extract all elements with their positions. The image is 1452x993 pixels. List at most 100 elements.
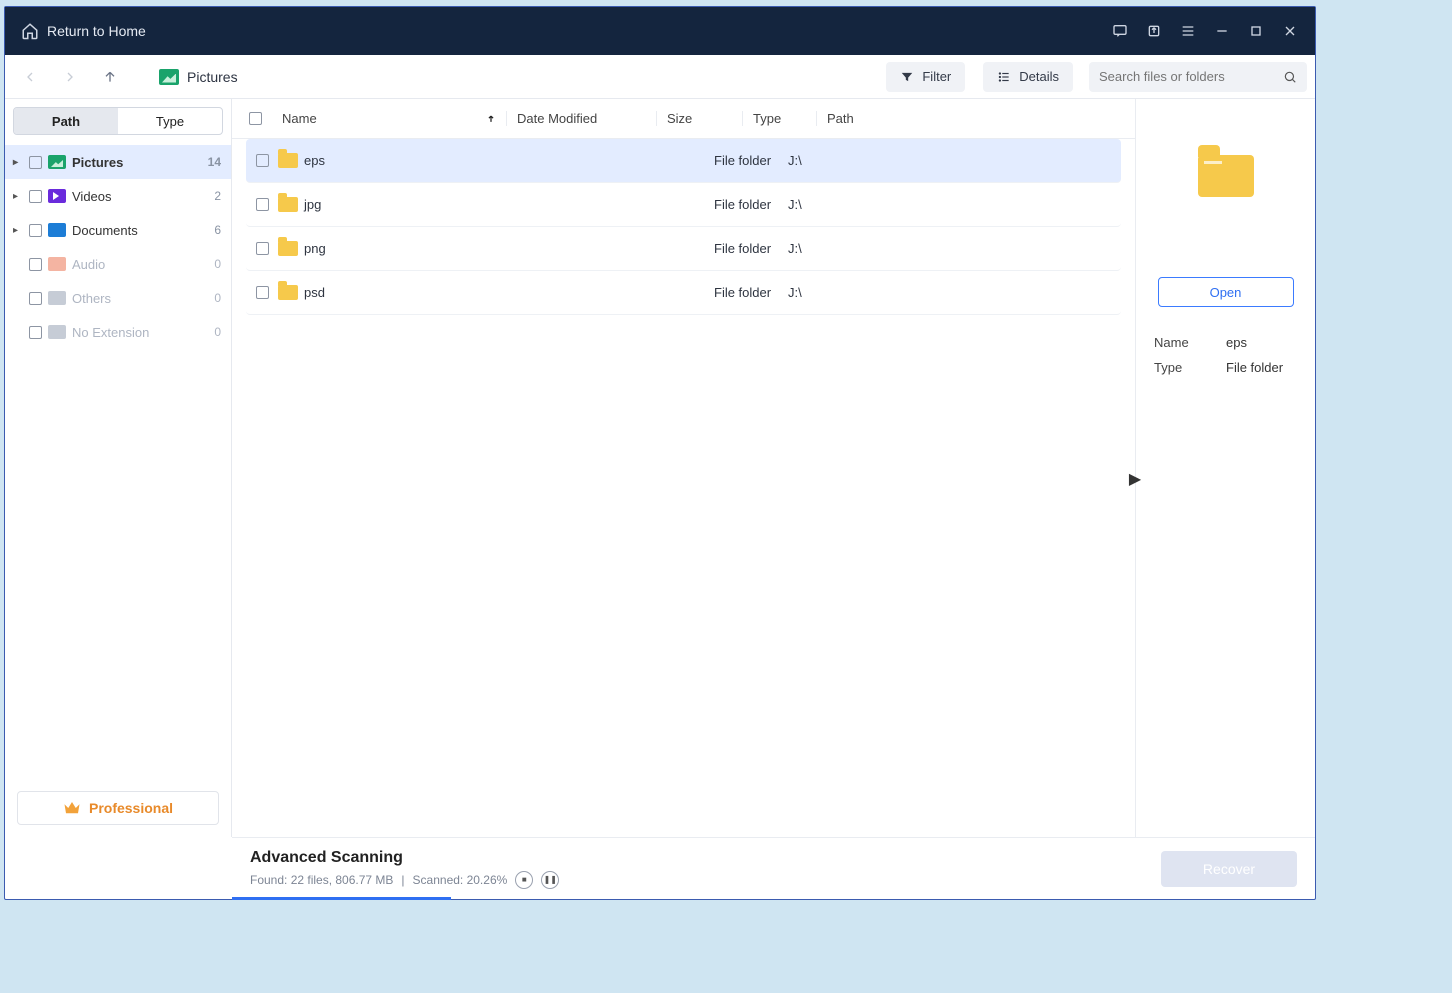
sidebar-item-videos[interactable]: ▸ Videos 2	[5, 179, 231, 213]
col-size[interactable]: Size	[657, 111, 743, 126]
row-name: eps	[304, 153, 478, 168]
stop-scan-button[interactable]: ■	[515, 871, 533, 889]
sidebar-item-count: 0	[214, 325, 221, 339]
app-window: Return to Home	[4, 6, 1316, 900]
sidebar: Path Type ▸Pictures14▸Videos2▸Documents6…	[5, 99, 232, 837]
select-all-checkbox[interactable]	[249, 112, 262, 125]
folder-icon	[278, 241, 298, 256]
row-checkbox[interactable]	[256, 286, 269, 299]
sidebar-item-count: 6	[214, 223, 221, 237]
export-icon	[1146, 23, 1162, 39]
search-box[interactable]	[1089, 62, 1307, 92]
sidebar-checkbox[interactable]	[29, 292, 42, 305]
row-checkbox[interactable]	[256, 242, 269, 255]
sidebar-item-audio[interactable]: Audio 0	[5, 247, 231, 281]
meta-name-key: Name	[1154, 335, 1226, 350]
filter-button[interactable]: Filter	[886, 62, 965, 92]
sidebar-checkbox[interactable]	[29, 326, 42, 339]
search-icon	[1283, 69, 1297, 85]
sidebar-checkbox[interactable]	[29, 156, 42, 169]
row-path: J:\	[788, 241, 1121, 256]
col-name[interactable]: Name	[278, 111, 507, 126]
details-button[interactable]: Details	[983, 62, 1073, 92]
nav-forward-button[interactable]	[53, 60, 87, 94]
chat-icon	[1112, 23, 1128, 39]
status-scanned: Scanned: 20.26%	[413, 873, 508, 887]
crown-icon	[63, 801, 81, 815]
breadcrumb[interactable]: Pictures	[159, 69, 238, 85]
sidebar-item-count: 0	[214, 257, 221, 271]
sidebar-item-label: Videos	[72, 189, 208, 204]
professional-button[interactable]: Professional	[17, 791, 219, 825]
sidebar-item-count: 2	[214, 189, 221, 203]
menu-button[interactable]	[1171, 14, 1205, 48]
statusbar: Advanced Scanning Found: 22 files, 806.7…	[232, 837, 1315, 899]
category-icon	[48, 189, 66, 203]
caret-icon: ▸	[13, 191, 23, 202]
folder-icon	[278, 197, 298, 212]
return-home-button[interactable]: Return to Home	[13, 22, 154, 40]
meta-type-val: File folder	[1226, 360, 1283, 375]
col-type[interactable]: Type	[743, 111, 817, 126]
category-icon	[48, 155, 66, 169]
category-icon	[48, 291, 66, 305]
row-checkbox[interactable]	[256, 154, 269, 167]
preview-pane: ▶ Open Nameeps TypeFile folder	[1135, 99, 1315, 837]
sidebar-item-label: Others	[72, 291, 208, 306]
meta-name-val: eps	[1226, 335, 1247, 350]
col-date[interactable]: Date Modified	[507, 111, 657, 126]
pictures-icon	[159, 69, 179, 85]
titlebar: Return to Home	[5, 7, 1315, 55]
arrow-left-icon	[22, 69, 38, 85]
category-icon	[48, 223, 66, 237]
sidebar-item-label: Audio	[72, 257, 208, 272]
feedback-button[interactable]	[1103, 14, 1137, 48]
hamburger-icon	[1180, 23, 1196, 39]
folder-icon	[1198, 155, 1254, 197]
sidebar-checkbox[interactable]	[29, 224, 42, 237]
sidebar-item-pictures[interactable]: ▸Pictures14	[5, 145, 231, 179]
share-button[interactable]	[1137, 14, 1171, 48]
table-row[interactable]: pngFile folderJ:\	[246, 227, 1121, 271]
column-headers: Name Date Modified Size Type Path	[232, 99, 1135, 139]
sidebar-checkbox[interactable]	[29, 258, 42, 271]
status-title: Advanced Scanning	[250, 849, 559, 867]
row-name: jpg	[304, 197, 478, 212]
sidebar-item-documents[interactable]: ▸ Documents 6	[5, 213, 231, 247]
table-row[interactable]: epsFile folderJ:\	[246, 139, 1121, 183]
return-home-label: Return to Home	[47, 23, 146, 39]
arrow-right-icon	[62, 69, 78, 85]
row-path: J:\	[788, 285, 1121, 300]
category-icon	[48, 257, 66, 271]
sidebar-item-others[interactable]: Others0	[5, 281, 231, 315]
sidebar-checkbox[interactable]	[29, 190, 42, 203]
row-type: File folder	[714, 285, 788, 300]
sidebar-item-count: 14	[208, 155, 221, 169]
row-type: File folder	[714, 153, 788, 168]
sidebar-item-label: Pictures	[72, 155, 202, 170]
close-button[interactable]	[1273, 14, 1307, 48]
status-found: Found: 22 files, 806.77 MB	[250, 873, 393, 887]
caret-icon: ▸	[13, 225, 23, 236]
pause-scan-button[interactable]: ❚❚	[541, 871, 559, 889]
maximize-icon	[1248, 23, 1264, 39]
tab-type[interactable]: Type	[118, 108, 222, 134]
meta-type-key: Type	[1154, 360, 1226, 375]
sidebar-item-label: Documents	[72, 223, 208, 238]
row-checkbox[interactable]	[256, 198, 269, 211]
nav-back-button[interactable]	[13, 60, 47, 94]
search-input[interactable]	[1099, 69, 1275, 84]
recover-button[interactable]: Recover	[1161, 851, 1297, 887]
open-button[interactable]: Open	[1158, 277, 1294, 307]
table-row[interactable]: jpgFile folderJ:\	[246, 183, 1121, 227]
nav-up-button[interactable]	[93, 60, 127, 94]
file-list: Name Date Modified Size Type Path eps Fil…	[232, 99, 1135, 837]
sidebar-item-no-extension[interactable]: No Extension0	[5, 315, 231, 349]
col-path[interactable]: Path	[817, 111, 1135, 126]
minimize-button[interactable]	[1205, 14, 1239, 48]
sidebar-tree: ▸Pictures14▸Videos2▸Documents6Audio0Othe…	[5, 145, 231, 349]
table-row[interactable]: psdFile folderJ:\	[246, 271, 1121, 315]
collapse-preview-button[interactable]: ▶	[1126, 469, 1144, 489]
tab-path[interactable]: Path	[14, 108, 118, 134]
maximize-button[interactable]	[1239, 14, 1273, 48]
